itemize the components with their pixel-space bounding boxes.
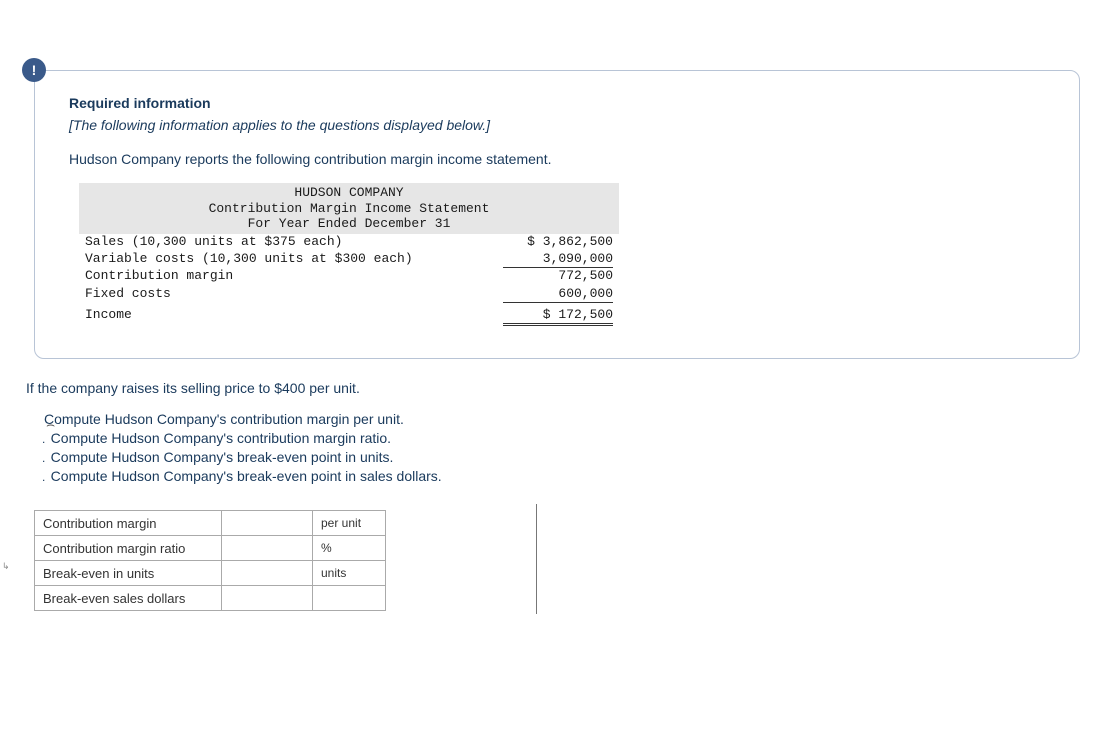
answer-row-cmratio: Contribution margin ratio % xyxy=(35,536,386,561)
income-statement: HUDSON COMPANY Contribution Margin Incom… xyxy=(79,183,619,326)
statement-period: For Year Ended December 31 xyxy=(79,216,619,232)
question-item-1: Compute Hudson Company's contribution ma… xyxy=(56,410,1066,429)
varcost-label: Variable costs (10,300 units at $300 eac… xyxy=(85,251,503,268)
required-title: Required information xyxy=(69,95,1051,111)
applies-note: [The following information applies to th… xyxy=(69,117,1051,133)
answer-label-besd: Break-even sales dollars xyxy=(35,586,222,611)
answer-input-cm-cell xyxy=(222,511,313,536)
income-amount: $ 172,500 xyxy=(503,307,613,326)
fixed-amount: 600,000 xyxy=(503,286,613,303)
answer-unit-cmratio: % xyxy=(313,536,386,561)
row-varcost: Variable costs (10,300 units at $300 eac… xyxy=(79,251,619,268)
answer-unit-cm: per unit xyxy=(313,511,386,536)
answer-table: Contribution margin per unit Contributio… xyxy=(34,510,386,611)
answer-row-beu: Break-even in units units xyxy=(35,561,386,586)
row-cm: Contribution margin 772,500 xyxy=(79,268,619,285)
row-sales: Sales (10,300 units at $375 each) $ 3,86… xyxy=(79,234,619,251)
answer-input-besd[interactable] xyxy=(222,586,312,610)
answer-label-cmratio: Contribution margin ratio xyxy=(35,536,222,561)
answer-label-cm: Contribution margin xyxy=(35,511,222,536)
answer-input-cm[interactable] xyxy=(222,511,312,535)
cursor-mark: ↳ xyxy=(2,561,10,572)
answer-input-cmratio-cell xyxy=(222,536,313,561)
statement-header: HUDSON COMPANY Contribution Margin Incom… xyxy=(79,183,619,234)
question-block: If the company raises its selling price … xyxy=(26,380,1066,486)
question-list: Compute Hudson Company's contribution ma… xyxy=(56,410,1066,486)
answer-input-beu[interactable] xyxy=(222,561,312,585)
answer-row-besd: Break-even sales dollars xyxy=(35,586,386,611)
info-icon: ! xyxy=(22,58,46,82)
vertical-divider xyxy=(536,504,537,614)
question-lead: If the company raises its selling price … xyxy=(26,380,1066,396)
answer-unit-beu: units xyxy=(313,561,386,586)
fixed-label: Fixed costs xyxy=(85,286,503,303)
info-card: Required information [The following info… xyxy=(34,70,1080,359)
answer-label-beu: Break-even in units xyxy=(35,561,222,586)
cm-label: Contribution margin xyxy=(85,268,503,285)
income-label: Income xyxy=(85,307,503,326)
varcost-amount: 3,090,000 xyxy=(503,251,613,268)
lead-text: Hudson Company reports the following con… xyxy=(69,151,1051,167)
info-icon-glyph: ! xyxy=(32,62,37,78)
answer-area: Contribution margin per unit Contributio… xyxy=(34,510,537,614)
statement-company: HUDSON COMPANY xyxy=(79,185,619,201)
question-item-4: Compute Hudson Company's break-even poin… xyxy=(56,467,1066,486)
sales-amount: $ 3,862,500 xyxy=(503,234,613,251)
answer-input-besd-cell xyxy=(222,586,313,611)
answer-input-beu-cell xyxy=(222,561,313,586)
answer-unit-besd xyxy=(313,586,386,611)
answer-row-cm: Contribution margin per unit xyxy=(35,511,386,536)
row-income: Income $ 172,500 xyxy=(79,307,619,326)
row-fixed: Fixed costs 600,000 xyxy=(79,286,619,303)
cm-amount: 772,500 xyxy=(503,268,613,285)
question-item-2: Compute Hudson Company's contribution ma… xyxy=(56,429,1066,448)
answer-input-cmratio[interactable] xyxy=(222,536,312,560)
question-item-3: Compute Hudson Company's break-even poin… xyxy=(56,448,1066,467)
sales-label: Sales (10,300 units at $375 each) xyxy=(85,234,503,251)
statement-title: Contribution Margin Income Statement xyxy=(79,201,619,217)
